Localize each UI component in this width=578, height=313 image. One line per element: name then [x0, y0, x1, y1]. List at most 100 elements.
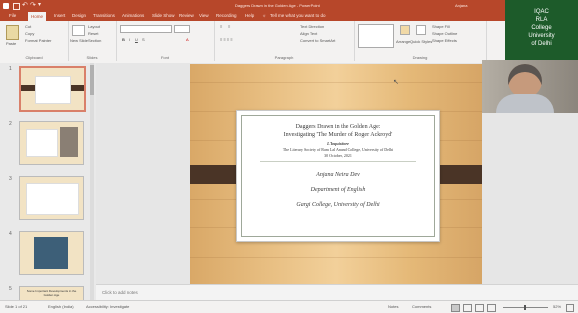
speaker-department: Department of English — [310, 187, 366, 193]
iqac-logo-tile: IQAC RLA College University of Delhi — [505, 0, 578, 60]
align-icons[interactable]: ≡ ≡ ≡ ≡ — [220, 37, 233, 42]
underline-icon[interactable]: U — [135, 37, 138, 42]
thumb-number-4: 4 — [9, 231, 12, 237]
scroll-thumb[interactable] — [90, 65, 94, 95]
bullets-icon[interactable]: ≡ — [220, 24, 222, 29]
title-card-border: Daggers Drawn in the Golden Age: Investi… — [241, 115, 435, 237]
quick-access-dropdown-icon[interactable]: ▾ — [38, 1, 41, 8]
slide-thumbnail-2[interactable] — [19, 121, 84, 165]
speaker-name: Anjana Neira Dev — [316, 172, 360, 178]
redo-icon[interactable]: ↷ — [30, 1, 36, 9]
zoom-slider-thumb[interactable] — [524, 305, 526, 310]
tab-view[interactable]: View — [199, 13, 209, 18]
drawing-group-label: Drawing — [412, 55, 428, 60]
clipboard-group-label: Clipboard — [25, 55, 43, 60]
shape-outline-button[interactable]: Shape Outline — [432, 31, 457, 36]
tab-review[interactable]: Review — [179, 13, 194, 18]
save-icon[interactable] — [13, 3, 20, 10]
numbering-icon[interactable]: ≡ — [228, 24, 230, 29]
card-divider — [260, 161, 416, 162]
slide-tag: L'Inquisitore — [327, 141, 349, 146]
font-color-icon[interactable]: A — [186, 37, 189, 42]
language-status[interactable]: English (India) — [48, 304, 74, 309]
italic-icon[interactable]: I — [129, 37, 130, 42]
slideshow-icon[interactable] — [487, 304, 496, 312]
tab-transitions[interactable]: Transitions — [93, 13, 115, 18]
section-button[interactable]: Section — [88, 38, 101, 43]
slide-counter: Slide 1 of 21 — [5, 304, 28, 309]
tab-home[interactable]: Home — [28, 12, 47, 21]
undo-icon[interactable]: ↶ — [22, 1, 28, 9]
thumb-card — [26, 129, 58, 157]
paste-icon[interactable] — [6, 25, 19, 40]
thumb-card — [26, 183, 79, 215]
convert-smartart-button[interactable]: Convert to SmartArt — [300, 38, 335, 43]
bold-icon[interactable]: B — [122, 37, 125, 42]
tab-insert[interactable]: Insert — [54, 13, 65, 18]
arrange-button[interactable]: Arrange — [396, 39, 410, 44]
font-size-dropdown[interactable] — [174, 25, 190, 33]
thumb-number-3: 3 — [9, 176, 12, 182]
new-slide-icon[interactable] — [72, 25, 85, 36]
tell-me-search[interactable]: Tell me what you want to do — [270, 13, 326, 18]
slide-thumbnail-4[interactable] — [19, 231, 84, 275]
tab-help[interactable]: Help — [245, 13, 254, 18]
title-bar: ↶ ↷ ▾ Daggers Drawn in the Golden Age - … — [0, 0, 578, 12]
align-text-button[interactable]: Align Text — [300, 31, 317, 36]
powerpoint-logo-icon — [3, 3, 9, 9]
text-direction-button[interactable]: Text Direction — [300, 24, 324, 29]
notes-toggle-button[interactable]: Notes — [388, 304, 398, 309]
quick-styles-icon[interactable] — [416, 25, 426, 35]
reading-view-icon[interactable] — [475, 304, 484, 312]
strikethrough-icon[interactable]: S — [142, 37, 145, 42]
thumb-number-1: 1 — [9, 66, 12, 72]
accessibility-status[interactable]: Accessibility: Investigate — [86, 304, 129, 309]
slide-date: 30 October, 2021 — [324, 153, 352, 158]
tab-recording[interactable]: Recording — [216, 13, 237, 18]
shape-fill-button[interactable]: Shape Fill — [432, 24, 450, 29]
shapes-gallery[interactable] — [358, 24, 394, 48]
copy-button[interactable]: Copy — [25, 31, 34, 36]
format-painter-button[interactable]: Format Painter — [25, 38, 51, 43]
ribbon-tabs: File Home Insert Design Transitions Anim… — [0, 12, 578, 21]
mouse-cursor-icon: ↖ — [393, 79, 399, 86]
user-name[interactable]: Anjana — [455, 3, 467, 8]
slide-sorter-icon[interactable] — [463, 304, 472, 312]
thumb-number-2: 2 — [9, 121, 12, 127]
normal-view-icon[interactable] — [451, 304, 460, 312]
cut-button[interactable]: Cut — [25, 24, 31, 29]
paragraph-group-label: Paragraph — [274, 55, 294, 60]
thumb-image — [60, 127, 78, 157]
comments-button[interactable]: Comments — [412, 304, 431, 309]
notes-pane[interactable]: Click to add notes — [96, 284, 578, 301]
speaker-body — [496, 94, 554, 113]
shape-effects-button[interactable]: Shape Effects — [432, 38, 457, 43]
tab-file[interactable]: File — [9, 13, 16, 18]
font-group: B I U S A Font — [116, 21, 215, 61]
paste-button[interactable]: Paste — [6, 41, 16, 46]
arrange-icon[interactable] — [400, 25, 410, 35]
clipboard-group: Paste Cut Copy Format Painter Clipboard — [0, 21, 69, 61]
notes-placeholder[interactable]: Click to add notes — [102, 290, 138, 295]
title-card[interactable]: Daggers Drawn in the Golden Age: Investi… — [236, 110, 440, 242]
fit-slide-icon[interactable] — [566, 304, 574, 312]
slide-thumbnail-1[interactable] — [19, 66, 86, 112]
speaker-video-tile — [482, 60, 578, 113]
layout-button[interactable]: Layout — [88, 24, 100, 29]
thumbnails-scrollbar[interactable] — [90, 63, 94, 300]
tab-design[interactable]: Design — [72, 13, 86, 18]
new-slide-button[interactable]: New Slide — [70, 38, 88, 43]
quick-styles-button[interactable]: Quick Styles — [410, 39, 432, 44]
zoom-level[interactable]: 52% — [553, 304, 561, 309]
tab-slide-show[interactable]: Slide Show — [152, 13, 175, 18]
drawing-group: Arrange Quick Styles Shape Fill Shape Ou… — [354, 21, 487, 61]
logo-line: IQAC — [534, 9, 549, 15]
thumb-number-5: 5 — [9, 286, 12, 292]
slide-title-line1: Daggers Drawn in the Golden Age: — [295, 124, 381, 130]
reset-button[interactable]: Reset — [88, 31, 98, 36]
lightbulb-icon: ☼ — [262, 13, 267, 18]
slide-thumbnail-3[interactable] — [19, 176, 84, 220]
tab-animations[interactable]: Animations — [122, 13, 144, 18]
font-group-label: Font — [160, 55, 169, 60]
font-name-dropdown[interactable] — [120, 25, 172, 33]
